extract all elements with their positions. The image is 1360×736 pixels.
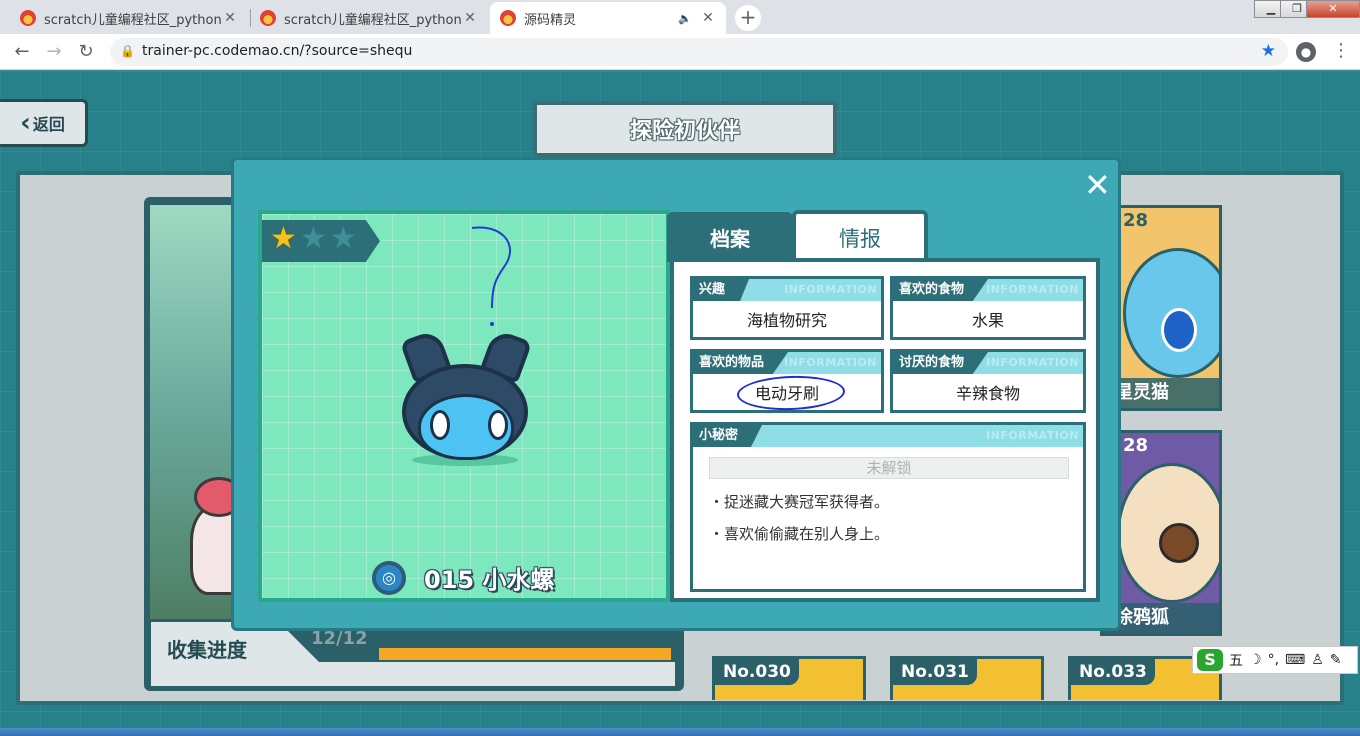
star-rating: ★ ★ ★ [262, 220, 380, 262]
pet-card-031[interactable]: No.031 [890, 656, 1044, 700]
star-filled-icon: ★ [270, 221, 297, 256]
pet-card-number: No.033 [1071, 659, 1155, 685]
codemao-favicon-icon [500, 10, 516, 26]
field-value: 水果 [893, 301, 1083, 337]
return-label: 返回 [32, 115, 65, 134]
pet-eye-left [430, 410, 450, 440]
locked-secret-bar: 未解锁 [709, 457, 1069, 479]
progress-fill [379, 648, 671, 660]
browser-tab-bar: scratch儿童编程社区_python编 ✕ scratch儿童编程社区_py… [0, 0, 1360, 34]
punctuation-icon[interactable]: °, [1268, 652, 1279, 668]
field-favorite-food: INFORMATION 喜欢的食物 水果 [890, 276, 1086, 340]
os-taskbar [0, 728, 1360, 736]
moon-icon[interactable]: ☽ [1249, 652, 1262, 668]
pet-name-row: ◎ 015 小水螺 [372, 560, 554, 595]
field-label: 喜欢的食物 [893, 279, 989, 301]
user-icon[interactable]: ♙ [1311, 652, 1324, 668]
browser-toolbar: ← → ↻ 🔒 trainer-pc.codemao.cn/?source=sh… [0, 34, 1360, 70]
codemao-favicon-icon [260, 10, 276, 26]
browser-tab-title: scratch儿童编程社区_python编 [284, 12, 462, 28]
field-label: 小秘密 [693, 425, 763, 447]
browser-tab-title: 源码精灵 [524, 12, 577, 28]
field-label: 讨厌的食物 [893, 352, 989, 374]
field-watermark: INFORMATION [784, 356, 877, 369]
menu-kebab-icon[interactable]: ⋮ [1332, 40, 1350, 61]
close-window-button[interactable]: ✕ [1306, 0, 1360, 18]
keyboard-icon[interactable]: ⌨ [1285, 652, 1305, 668]
back-arrow-icon[interactable]: ← [11, 41, 33, 62]
pet-card-number: No.030 [715, 659, 799, 685]
new-tab-button[interactable]: + [735, 5, 761, 31]
pet-name: 015 小水螺 [424, 566, 555, 594]
question-mark-scribble [471, 226, 511, 326]
field-secret: INFORMATION 小秘密 未解锁 ・捉迷藏大赛冠军获得者。 ・喜欢偷偷藏在… [690, 422, 1086, 592]
field-watermark: INFORMATION [986, 429, 1079, 442]
browser-tab-title: scratch儿童编程社区_python编 [44, 12, 222, 28]
star-empty-icon: ★ [330, 221, 357, 256]
browser-tab-3[interactable]: 源码精灵 🔈 ✕ [490, 2, 726, 34]
pet-portrait-panel: ★ ★ ★ ◎ 015 小水螺 [258, 210, 670, 602]
game-canvas: ‹ 返回 探险初伙伴 收集进度 12/12 28 星灵猫 28 涂鸦狐 No.0… [0, 71, 1360, 736]
secret-line: ・捉迷藏大赛冠军获得者。 [709, 493, 890, 511]
account-avatar-icon[interactable]: ● [1296, 42, 1316, 62]
forward-arrow-icon[interactable]: → [43, 41, 65, 62]
close-tab-icon[interactable]: ✕ [462, 10, 478, 26]
pet-card-eye [1159, 523, 1199, 563]
ime-mode[interactable]: 五 [1229, 650, 1243, 670]
field-value: 辛辣食物 [893, 374, 1083, 410]
pet-card-number: No.031 [893, 659, 977, 685]
url-text[interactable]: trainer-pc.codemao.cn/?source=shequ [142, 43, 412, 59]
codemao-favicon-icon [20, 10, 36, 26]
progress-label: 收集进度 [167, 638, 247, 662]
address-bar[interactable]: 🔒 trainer-pc.codemao.cn/?source=shequ ★ [110, 38, 1288, 66]
pet-card-030[interactable]: No.030 [712, 656, 866, 700]
field-interest: INFORMATION 兴趣 海植物研究 [690, 276, 884, 340]
close-tab-icon[interactable]: ✕ [700, 10, 716, 26]
ime-toolbar[interactable]: S 五 ☽ °, ⌨ ♙ ✎ [1192, 646, 1358, 674]
field-watermark: INFORMATION [784, 283, 877, 296]
field-label: 兴趣 [693, 279, 750, 301]
chevron-left-icon: ‹ [20, 108, 31, 138]
tools-icon[interactable]: ✎ [1330, 652, 1342, 668]
progress-count: 12/12 [311, 628, 368, 649]
browser-tab-2[interactable]: scratch儿童编程社区_python编 ✕ [250, 2, 488, 34]
field-label: 喜欢的物品 [693, 352, 789, 374]
field-value: 海植物研究 [693, 301, 881, 337]
field-watermark: INFORMATION [986, 356, 1079, 369]
star-empty-icon: ★ [300, 221, 327, 256]
pet-detail-modal: ✕ ★ ★ ★ ◎ 015 小水螺 档案 情报 INFORMATION 兴趣 海… [231, 157, 1121, 631]
bookmark-star-icon[interactable]: ★ [1261, 41, 1276, 61]
info-panel: INFORMATION 兴趣 海植物研究 INFORMATION 喜欢的食物 水… [670, 258, 1100, 602]
field-hated-food: INFORMATION 讨厌的食物 辛辣食物 [890, 349, 1086, 413]
secret-line: ・喜欢偷偷藏在别人身上。 [709, 525, 890, 543]
close-tab-icon[interactable]: ✕ [222, 10, 238, 26]
field-watermark: INFORMATION [986, 283, 1079, 296]
tab-info[interactable]: 情报 [792, 210, 928, 262]
browser-tab-1[interactable]: scratch儿童编程社区_python编 ✕ [10, 2, 248, 34]
page-title: 探险初伙伴 [533, 101, 837, 157]
field-value: 电动牙刷 [693, 374, 881, 410]
tab-archive[interactable]: 档案 [667, 212, 793, 262]
pet-card-number: 28 [1123, 435, 1149, 456]
close-modal-button[interactable]: ✕ [1084, 169, 1111, 201]
reload-icon[interactable]: ↻ [75, 41, 97, 62]
pet-card-number: 28 [1123, 210, 1149, 231]
pet-card-eye [1161, 308, 1197, 352]
lock-icon: 🔒 [120, 44, 135, 58]
pet-eye-right [488, 410, 508, 440]
water-element-icon: ◎ [372, 560, 406, 595]
return-button[interactable]: ‹ 返回 [0, 99, 88, 147]
sogou-logo-icon: S [1197, 649, 1223, 671]
audio-playing-icon[interactable]: 🔈 [678, 12, 692, 25]
field-favorite-item: INFORMATION 喜欢的物品 电动牙刷 [690, 349, 884, 413]
